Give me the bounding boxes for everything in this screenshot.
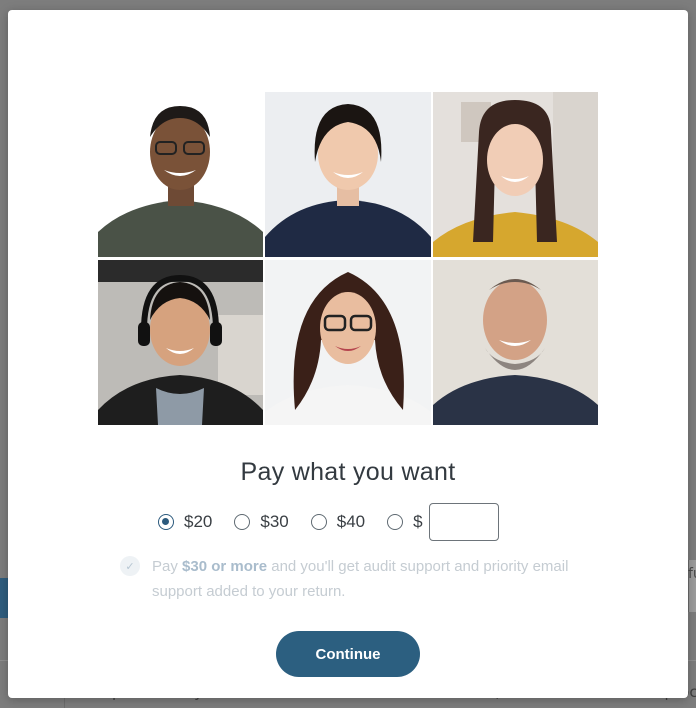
- team-photo-grid: [98, 92, 598, 425]
- option-custom-label: $: [413, 512, 423, 531]
- perk-note: ✓ Pay $30 or more and you'll get audit s…: [120, 554, 580, 604]
- perk-highlight: $30 or more: [182, 558, 268, 575]
- checkmark-icon: ✓: [120, 556, 140, 576]
- pay-what-you-want-modal: Pay what you want $20 $30 $40 $ ✓ Pay $3…: [8, 10, 688, 698]
- background-sidebar-accent: [0, 578, 8, 618]
- modal-title: Pay what you want: [240, 458, 456, 486]
- option-40[interactable]: $40: [310, 512, 366, 532]
- background-right-text: fu: [688, 566, 696, 582]
- team-photo-2: [265, 92, 431, 257]
- continue-button[interactable]: Continue: [276, 631, 420, 677]
- radio-20[interactable]: [158, 514, 174, 530]
- option-20[interactable]: $20: [158, 512, 212, 532]
- radio-40[interactable]: [310, 514, 327, 530]
- team-photo-5: [265, 260, 431, 425]
- price-options: $20 $30 $40 $: [158, 503, 499, 541]
- team-photo-3: [433, 92, 598, 257]
- team-photo-6: [433, 260, 598, 425]
- radio-30[interactable]: [234, 514, 251, 530]
- option-40-label: $40: [336, 512, 366, 531]
- perk-prefix: Pay: [152, 558, 183, 575]
- option-20-label: $20: [184, 512, 213, 531]
- radio-custom[interactable]: [387, 514, 404, 530]
- option-custom[interactable]: $: [387, 503, 499, 541]
- perk-text: Pay $30 or more and you'll get audit sup…: [152, 554, 580, 604]
- option-30[interactable]: $30: [234, 512, 289, 532]
- option-30-label: $30: [260, 512, 289, 531]
- custom-amount-input[interactable]: [428, 503, 499, 541]
- team-photo-4: [98, 260, 263, 425]
- team-photo-1: [98, 92, 263, 257]
